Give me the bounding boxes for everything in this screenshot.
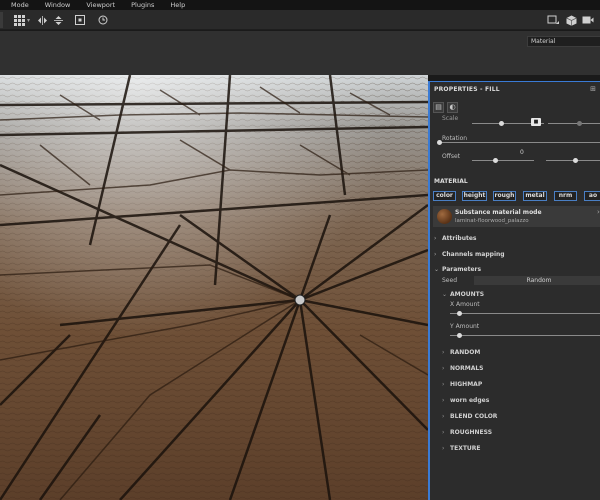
grid-icon[interactable] <box>12 13 26 27</box>
group-worn-edges[interactable]: worn edges <box>450 397 489 404</box>
seed-random-button[interactable]: Random <box>474 276 600 285</box>
viewport-header <box>0 31 600 75</box>
menu-window[interactable]: Window <box>37 0 79 10</box>
y-amount-label: Y Amount <box>450 323 480 330</box>
material-section-title: MATERIAL <box>434 178 468 185</box>
x-amount-label: X Amount <box>450 301 480 308</box>
close-icon[interactable]: › <box>597 208 600 216</box>
menu-bar: Mode Window Viewport Plugins Help <box>0 0 600 10</box>
random-chevron-icon[interactable]: › <box>442 349 444 356</box>
channel-metal[interactable]: metal <box>523 191 547 201</box>
group-texture[interactable]: TEXTURE <box>450 445 481 452</box>
menu-plugins[interactable]: Plugins <box>123 0 162 10</box>
texture-chevron-icon[interactable]: › <box>442 445 444 452</box>
screen-icon[interactable] <box>546 13 560 27</box>
menu-viewport[interactable]: Viewport <box>78 0 123 10</box>
blend-color-chevron-icon[interactable]: › <box>442 413 444 420</box>
3d-viewport[interactable] <box>0 75 428 500</box>
toolbar: ▾ <box>0 10 600 30</box>
normals-chevron-icon[interactable]: › <box>442 365 444 372</box>
viewport-mode-select[interactable]: Material <box>527 36 600 47</box>
channel-rough[interactable]: rough <box>493 191 516 201</box>
menu-mode[interactable]: Mode <box>0 0 37 10</box>
panel-menu-icon[interactable]: ⊞ <box>590 85 596 93</box>
scale-slider-knob-2[interactable] <box>577 121 582 126</box>
tab-layer-icon[interactable]: ▤ <box>433 102 444 113</box>
flip-vertical-icon[interactable] <box>52 13 64 27</box>
scale-label: Scale <box>442 115 459 122</box>
offset-x-slider[interactable] <box>472 160 534 161</box>
rotation-slider-knob[interactable] <box>437 140 442 145</box>
x-amount-slider-knob[interactable] <box>457 311 462 316</box>
seed-label: Seed <box>442 277 457 284</box>
attributes-chevron-icon[interactable]: › <box>434 235 436 242</box>
offset-y-slider-knob[interactable] <box>573 158 578 163</box>
channels-mapping-chevron-icon[interactable]: › <box>434 251 436 258</box>
parquet-floor-render <box>0 75 428 500</box>
channels-mapping-header[interactable]: Channels mapping <box>442 251 505 258</box>
reset-icon[interactable] <box>97 13 109 27</box>
chevron-down-icon[interactable]: ▾ <box>26 13 31 27</box>
material-mode-label: Substance material mode <box>455 209 542 216</box>
parameters-chevron-icon[interactable]: ⌄ <box>434 266 439 273</box>
scale-slider-2[interactable] <box>548 123 600 124</box>
rotation-label: Rotation <box>442 135 468 142</box>
offset-x-value: 0 <box>520 149 524 156</box>
y-amount-slider-knob[interactable] <box>457 333 462 338</box>
flip-horizontal-icon[interactable] <box>36 13 48 27</box>
material-name: laminat-floorwood_palazzo <box>455 218 529 224</box>
amounts-chevron-icon[interactable]: ⌄ <box>442 291 447 298</box>
highmap-chevron-icon[interactable]: › <box>442 381 444 388</box>
group-blend-color[interactable]: BLEND COLOR <box>450 413 497 420</box>
channel-nrm[interactable]: nrm <box>554 191 577 201</box>
worn-edges-chevron-icon[interactable]: › <box>442 397 444 404</box>
group-roughness[interactable]: ROUGHNESS <box>450 429 492 436</box>
panel-title: PROPERTIES - FILL <box>434 86 500 93</box>
group-random[interactable]: RANDOM <box>450 349 480 356</box>
tab-material-icon[interactable]: ◐ <box>447 102 458 113</box>
frame-icon[interactable] <box>74 13 86 27</box>
menu-help[interactable]: Help <box>162 0 193 10</box>
channel-height[interactable]: height <box>462 191 487 201</box>
parameters-header[interactable]: Parameters <box>442 266 481 273</box>
material-selector[interactable]: Substance material mode laminat-floorwoo… <box>433 206 600 227</box>
amounts-header[interactable]: AMOUNTS <box>450 291 484 298</box>
offset-x-slider-knob[interactable] <box>493 158 498 163</box>
group-normals[interactable]: NORMALS <box>450 365 484 372</box>
material-thumbnail <box>437 209 452 224</box>
rotation-slider[interactable] <box>438 142 600 143</box>
scale-slider-knob-1[interactable] <box>499 121 504 126</box>
offset-label: Offset <box>442 153 461 160</box>
y-amount-slider[interactable] <box>450 335 600 336</box>
toolbar-grip <box>0 12 3 28</box>
channel-ao[interactable]: ao <box>584 191 600 201</box>
cube-icon[interactable] <box>564 13 578 27</box>
lock-icon[interactable]: ■ <box>531 118 541 126</box>
roughness-chevron-icon[interactable]: › <box>442 429 444 436</box>
channel-color[interactable]: color <box>433 191 456 201</box>
group-highmap[interactable]: HIGHMAP <box>450 381 482 388</box>
camera-icon[interactable] <box>581 13 595 27</box>
attributes-header[interactable]: Attributes <box>442 235 476 242</box>
x-amount-slider[interactable] <box>450 313 600 314</box>
properties-panel: PROPERTIES - FILL ⊞ ▤ ◐ Scale ■ Rotation… <box>428 81 600 500</box>
